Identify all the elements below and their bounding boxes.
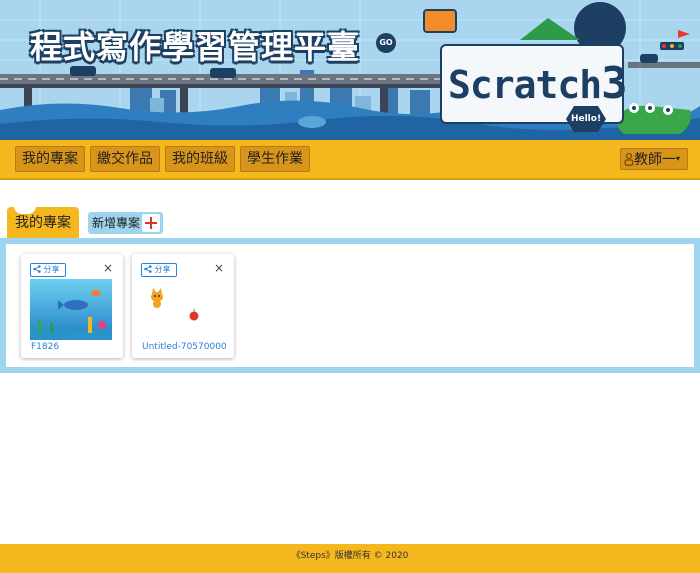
plus-icon xyxy=(142,214,160,232)
scratch-version: 3 xyxy=(601,58,627,109)
share-button[interactable]: 分享 xyxy=(141,263,177,277)
footer-copyright: 《Steps》版權所有 © 2020 xyxy=(0,544,700,573)
scratch-logo-text: Scratch xyxy=(448,63,602,107)
site-title: 程式寫作學習管理平臺 xyxy=(30,28,361,66)
app-page: 程式寫作學習管理平臺 GO Scratch3 Hello! 我的專案 繳交作品 … xyxy=(0,0,700,573)
share-icon xyxy=(33,265,41,273)
project-thumbnail xyxy=(30,279,112,340)
chevron-down-icon: ▾ xyxy=(676,154,681,163)
share-label: 分享 xyxy=(154,265,171,274)
share-icon xyxy=(144,265,152,273)
go-badge: GO xyxy=(376,33,396,53)
project-thumbnail xyxy=(141,279,223,340)
nav-my-projects[interactable]: 我的專案 xyxy=(15,146,85,172)
project-title-link[interactable]: F1826 xyxy=(31,342,59,352)
nav-student-homework[interactable]: 學生作業 xyxy=(240,146,310,172)
main-nav: 我的專案 繳交作品 我的班級 學生作業 教師一▾ xyxy=(0,140,700,180)
hello-badge: Hello! xyxy=(566,106,606,132)
user-menu-dropdown[interactable]: 教師一▾ xyxy=(620,148,688,170)
user-name: 教師一 xyxy=(634,152,676,168)
tab-new-project-label: 新增專案 xyxy=(92,216,141,230)
tab-new-project[interactable]: 新增專案 xyxy=(88,212,163,234)
person-icon xyxy=(624,152,634,166)
nav-my-class[interactable]: 我的班級 xyxy=(165,146,235,172)
project-card[interactable]: 分享 × Untitled-70570000 xyxy=(132,254,234,358)
share-label: 分享 xyxy=(43,265,60,274)
scratch-logo: Scratch3 xyxy=(448,58,628,109)
project-card[interactable]: 分享 × F1826 xyxy=(21,254,123,358)
nav-submit-works[interactable]: 繳交作品 xyxy=(90,146,160,172)
share-button[interactable]: 分享 xyxy=(30,263,66,277)
close-icon[interactable]: × xyxy=(214,261,224,275)
header-banner: 程式寫作學習管理平臺 GO Scratch3 Hello! xyxy=(0,0,700,140)
close-icon[interactable]: × xyxy=(103,261,113,275)
project-title-link[interactable]: Untitled-70570000 xyxy=(142,342,227,352)
